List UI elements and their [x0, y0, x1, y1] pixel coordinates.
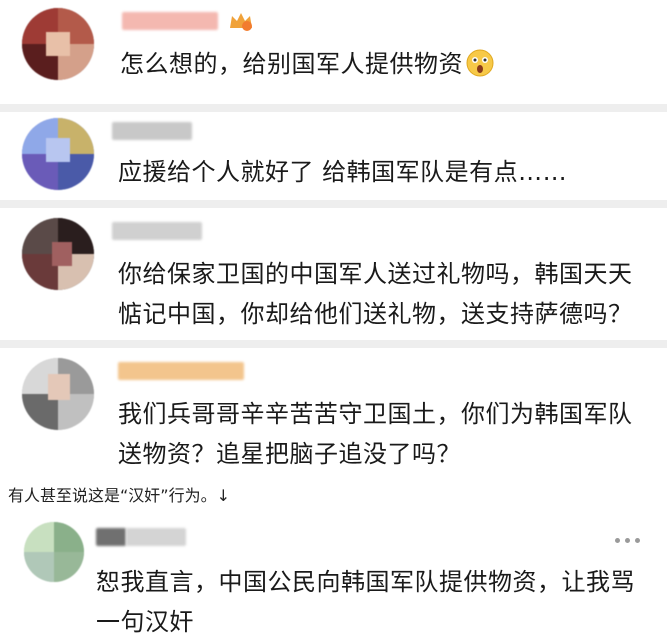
more-options-icon[interactable]	[615, 538, 641, 546]
crown-badge-icon	[230, 13, 252, 31]
avatar[interactable]	[22, 8, 94, 80]
caption: 有人甚至说这是“汉奸”行为。↓	[8, 486, 230, 505]
avatar[interactable]	[22, 358, 94, 430]
divider	[0, 340, 667, 348]
username-blurred[interactable]	[112, 222, 202, 240]
username-blurred[interactable]	[126, 528, 186, 546]
comment-text: 我们兵哥哥辛辛苦苦守卫国土，你们为韩国军队 送物资？追星把脑子追没了吗？	[118, 400, 633, 468]
comment-card-1: 怎么想的，给别国军人提供物资	[0, 0, 667, 104]
comment-card-4: 我们兵哥哥辛辛苦苦守卫国土，你们为韩国军队 送物资？追星把脑子追没了吗？	[0, 348, 667, 474]
divider	[0, 200, 667, 208]
comment-text: 你给保家卫国的中国军人送过礼物吗，韩国天天 惦记中国，你却给他们送礼物，送支持萨…	[118, 260, 633, 328]
comment-card-2: 应援给个人就好了 给韩国军队是有点……	[0, 112, 667, 200]
shocked-face-emoji-icon	[466, 49, 494, 77]
username-blurred[interactable]	[122, 12, 218, 30]
comment-text: 怎么想的，给别国军人提供物资	[120, 44, 495, 84]
username-blurred[interactable]	[112, 122, 192, 140]
comment-card-3: 你给保家卫国的中国军人送过礼物吗，韩国天天 惦记中国，你却给他们送礼物，送支持萨…	[0, 208, 667, 340]
comment-text: 恕我直言，中国公民向韩国军队提供物资，让我骂 一句汉奸	[96, 568, 635, 636]
avatar[interactable]	[24, 522, 84, 582]
divider	[0, 104, 667, 112]
username-blurred[interactable]	[118, 362, 244, 380]
comment-card-5: 恕我直言，中国公民向韩国军队提供物资，让我骂 一句汉奸	[0, 512, 667, 642]
username-blurred[interactable]	[96, 528, 126, 546]
avatar[interactable]	[22, 118, 94, 190]
comment-text: 应援给个人就好了 给韩国军队是有点……	[118, 158, 568, 186]
avatar[interactable]	[22, 218, 94, 290]
